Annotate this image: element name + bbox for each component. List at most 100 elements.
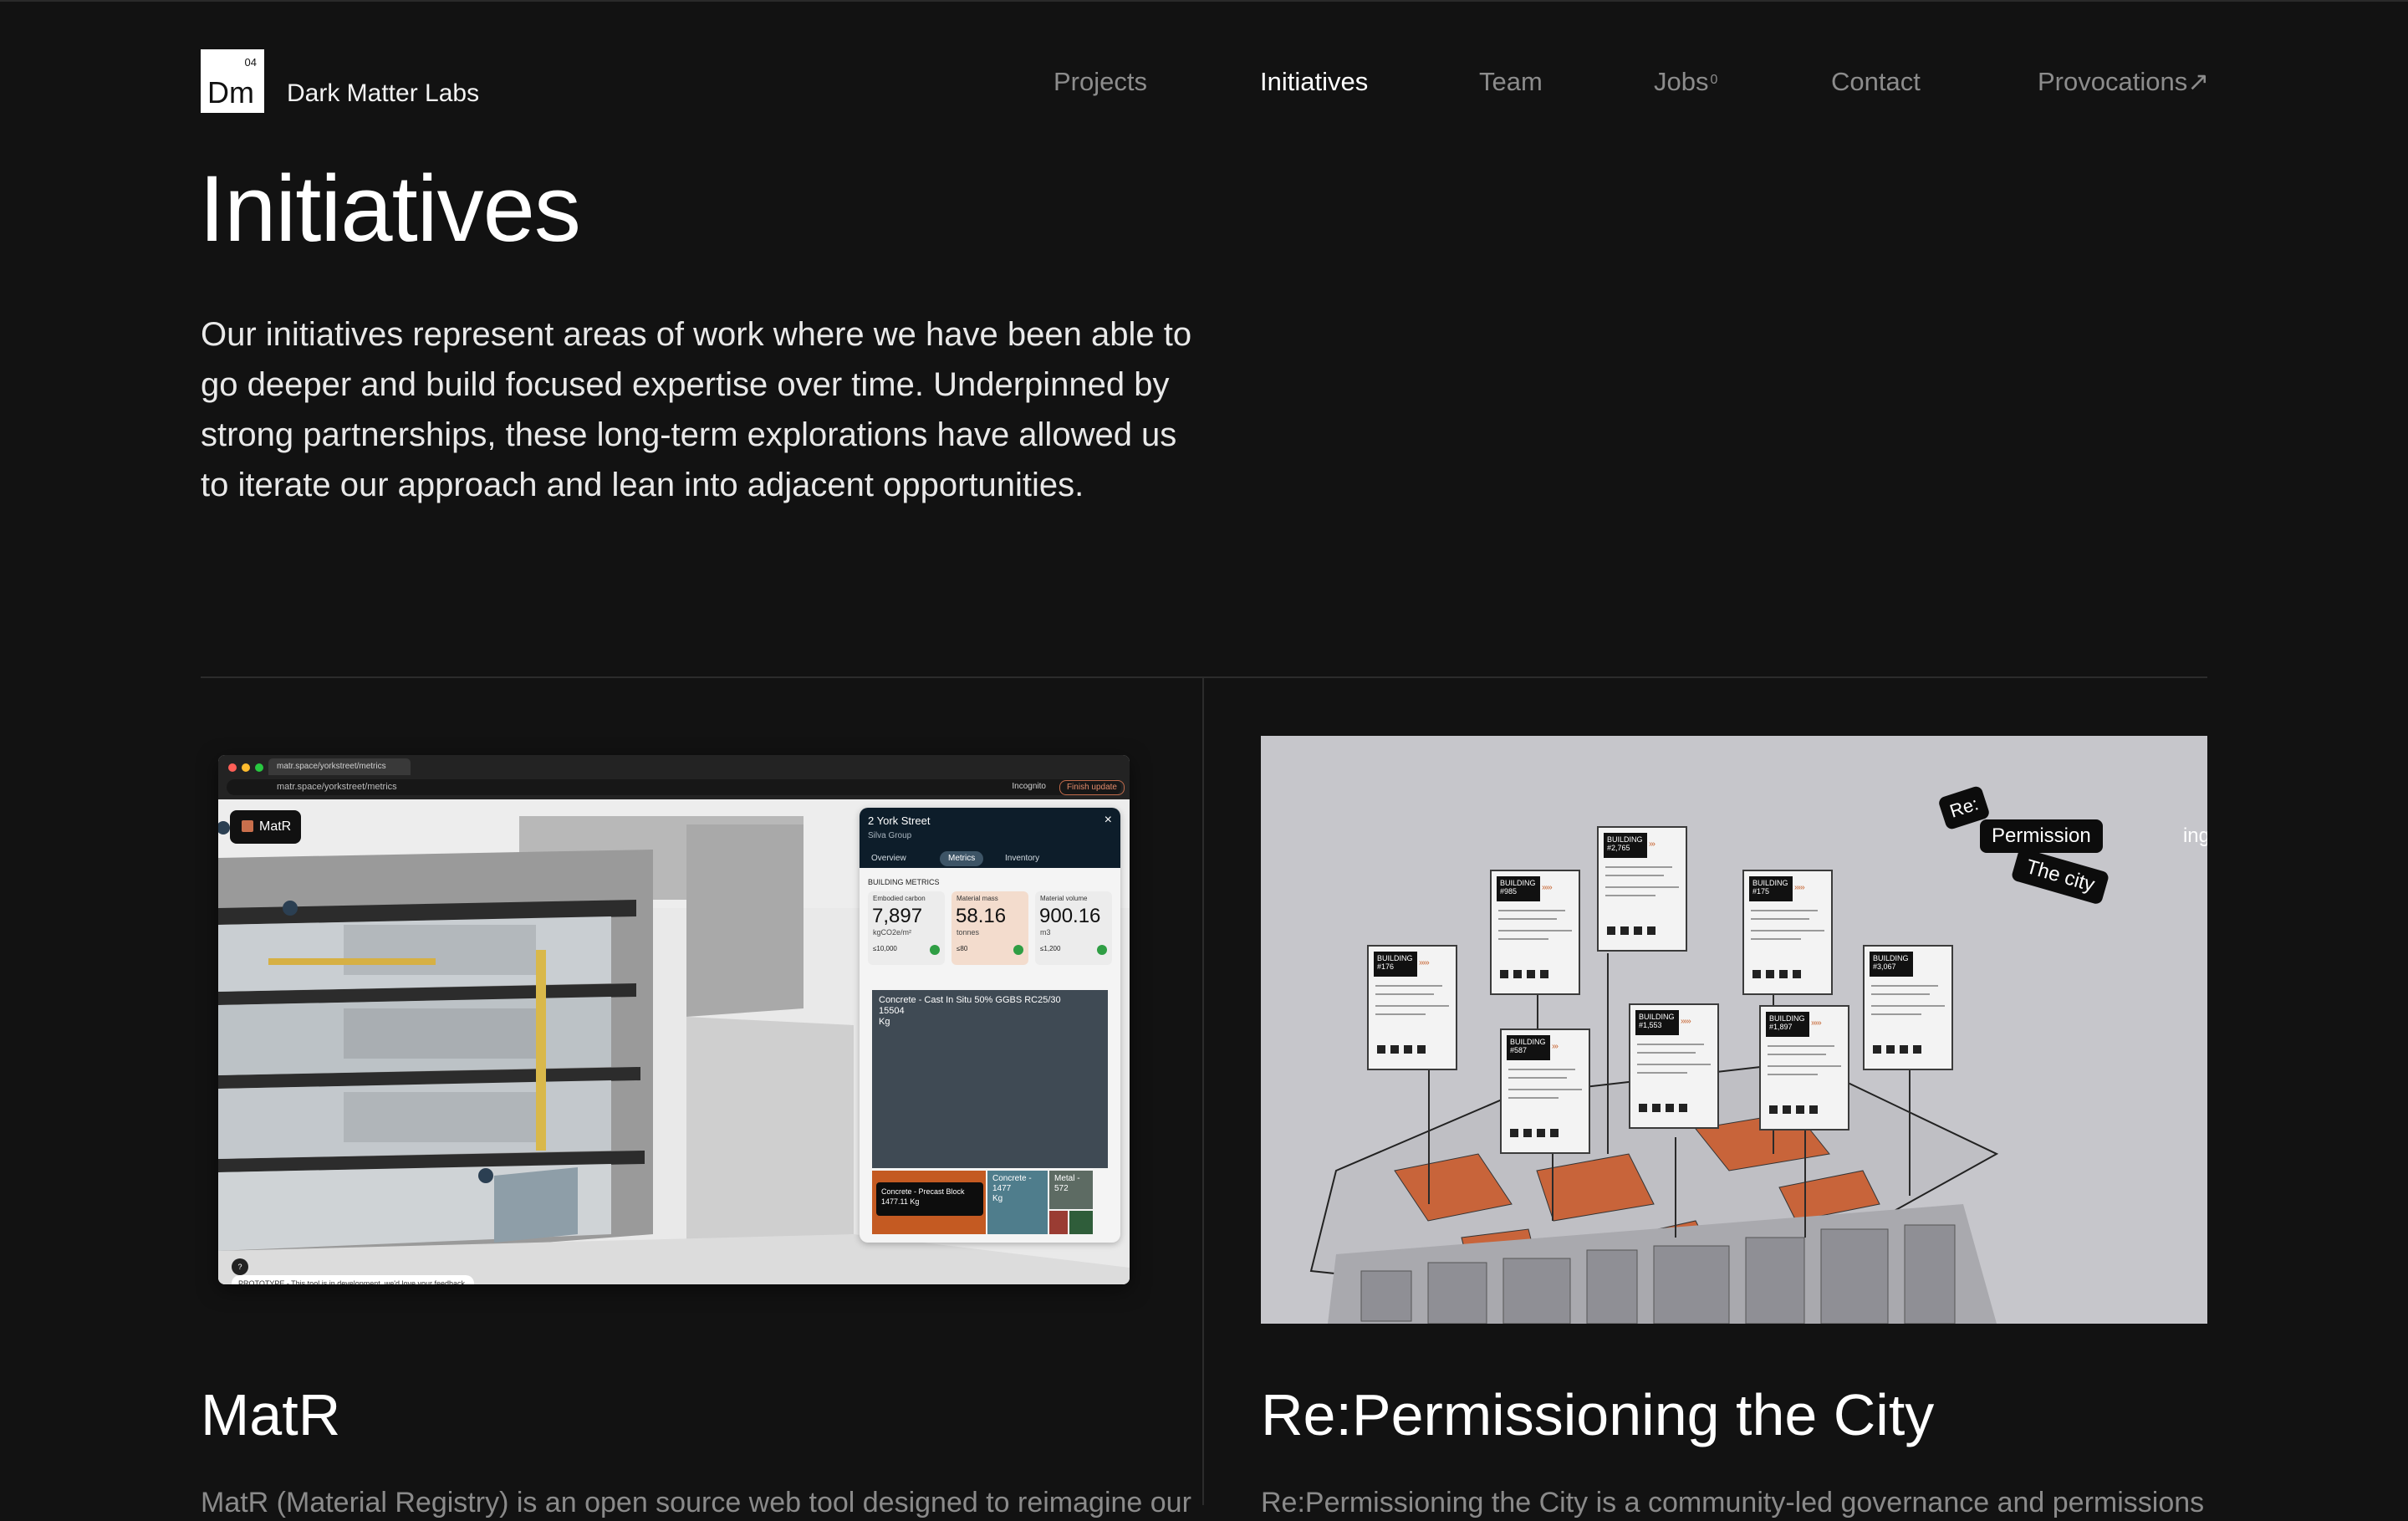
category-icon (1513, 970, 1522, 978)
section-divider (201, 676, 2207, 678)
metric-unit: kgCO2e/m² (873, 928, 912, 937)
building-card: BUILDING #3,067 (1863, 945, 1953, 1070)
category-icon (1779, 970, 1788, 978)
category-icon (1796, 1105, 1804, 1114)
logo[interactable]: 04 Dm (201, 49, 264, 113)
treemap-unit: Kg (879, 1017, 890, 1027)
metric-value: 58.16 (956, 905, 1007, 927)
prototype-note: ?PROTOTYPE - This tool is in development… (232, 1258, 482, 1284)
treemap-metal: Metal - 572 (1049, 1171, 1093, 1209)
panel-header: 2 York Street Silva Group × Overview Met… (860, 808, 1120, 868)
nav-jobs[interactable]: Jobs 0 (1654, 65, 1717, 99)
arrows-icon: ››››› (1681, 1017, 1691, 1026)
building-tag: BUILDING #175 (1749, 876, 1793, 901)
category-icon (1679, 1104, 1687, 1112)
text-line (1605, 875, 1664, 876)
incognito-label: Incognito (1012, 782, 1046, 791)
metric-target: ≤1,200 (1040, 945, 1061, 952)
matr-screenshot[interactable]: matr.space/yorkstreet/metrics matr.space… (218, 755, 1130, 1284)
treemap-concrete: Concrete - 1477 Kg (987, 1171, 1048, 1234)
text-line (1637, 1044, 1704, 1045)
metric-material-mass: Material mass 58.16 tonnes ≤80 (951, 891, 1028, 965)
repermissioning-illustration[interactable]: BUILDING #176 ››››› BUILDING #985 ››››› … (1261, 736, 2207, 1324)
category-icon (1913, 1045, 1921, 1054)
category-icon (1873, 1045, 1881, 1054)
text-line (1768, 1045, 1834, 1047)
treemap-unit: Kg (992, 1194, 1003, 1203)
tooltip-label: Concrete - Precast Block (881, 1187, 965, 1196)
text-line (1508, 1069, 1575, 1070)
text-line (1637, 1064, 1711, 1065)
category-icon (1652, 1104, 1661, 1112)
text-line (1375, 993, 1434, 995)
building-tag: BUILDING #1,897 (1766, 1012, 1809, 1037)
logo-mark: Dm (207, 75, 254, 110)
category-icon (1639, 1104, 1647, 1112)
category-icon (1886, 1045, 1895, 1054)
nav-contact[interactable]: Contact (1831, 65, 1921, 99)
brand-name[interactable]: Dark Matter Labs (287, 79, 479, 109)
building-tag: BUILDING #176 (1374, 952, 1417, 977)
card-pole (1804, 1129, 1806, 1238)
building-tag: BUILDING #985 (1497, 876, 1540, 901)
treemap-cell (1069, 1211, 1093, 1234)
category-icon (1766, 970, 1774, 978)
text-line (1498, 918, 1557, 920)
text-line (1498, 938, 1548, 940)
intro-line: Our initiatives represent areas of work … (201, 316, 1192, 353)
intro-line: strong partnerships, these long-term exp… (201, 416, 1177, 453)
text-line (1498, 930, 1572, 931)
arrows-icon: ››› (1552, 1042, 1559, 1051)
arrows-icon: ››››› (1542, 883, 1553, 892)
treemap-metal-label: Metal - 572 (1054, 1174, 1080, 1194)
page-title: Initiatives (199, 156, 581, 261)
text-line (1768, 1054, 1826, 1055)
text-line (1751, 910, 1818, 911)
tab-overview: Overview (871, 854, 906, 863)
card-pole (1909, 1070, 1911, 1196)
building-card: BUILDING #2,765 ››› (1597, 826, 1687, 952)
category-icon (1527, 970, 1535, 978)
browser-chrome: matr.space/yorkstreet/metrics matr.space… (218, 755, 1130, 799)
category-icon (1404, 1045, 1412, 1054)
treemap-label: Metal - (1054, 1174, 1080, 1183)
metric-value: 900.16 (1039, 905, 1101, 927)
text-line (1375, 1013, 1426, 1015)
text-line (1605, 895, 1656, 896)
nav-initiatives[interactable]: Initiatives (1260, 65, 1368, 99)
card-title-repermissioning[interactable]: Re:Permissioning the City (1261, 1380, 1934, 1450)
card-description-repermissioning: Re:Permissioning the City is a community… (1261, 1487, 2205, 1518)
top-border (0, 0, 2408, 2)
panel-subtitle: Silva Group (868, 831, 912, 840)
category-icon (1634, 926, 1642, 935)
check-icon (1013, 945, 1023, 955)
text-line (1375, 985, 1442, 987)
intro-paragraph: Our initiatives represent areas of work … (201, 309, 1196, 510)
category-icon (1550, 1129, 1559, 1137)
panel-tabs: Overview Metrics Inventory (860, 850, 1120, 868)
help-icon: ? (232, 1258, 248, 1275)
nav-provocations[interactable]: Provocations↗ (2038, 65, 2209, 99)
text-line (1751, 938, 1801, 940)
building-card: BUILDING #176 ››››› (1367, 945, 1457, 1070)
category-icon (1809, 1105, 1818, 1114)
nav-projects[interactable]: Projects (1054, 65, 1147, 99)
category-icon (1523, 1129, 1532, 1137)
metric-label: Material mass (957, 895, 998, 902)
text-line (1508, 1097, 1559, 1099)
check-icon (1097, 945, 1107, 955)
category-icon (1607, 926, 1615, 935)
sticker-permission: Permission (1980, 819, 2103, 853)
building-tag: BUILDING #1,553 (1635, 1010, 1679, 1035)
building-card: BUILDING #587 ››› (1500, 1028, 1590, 1154)
text-line (1871, 1005, 1945, 1007)
text-line (1375, 1005, 1449, 1007)
prototype-message: PROTOTYPE - This tool is in development,… (232, 1275, 474, 1284)
card-pole (1552, 1154, 1553, 1221)
category-icon (1500, 970, 1508, 978)
card-title-matr[interactable]: MatR (201, 1380, 340, 1450)
nav-team[interactable]: Team (1479, 65, 1543, 99)
building-tag: BUILDING #587 (1507, 1035, 1550, 1060)
column-divider (1202, 677, 1204, 1505)
text-line (1871, 1013, 1921, 1015)
